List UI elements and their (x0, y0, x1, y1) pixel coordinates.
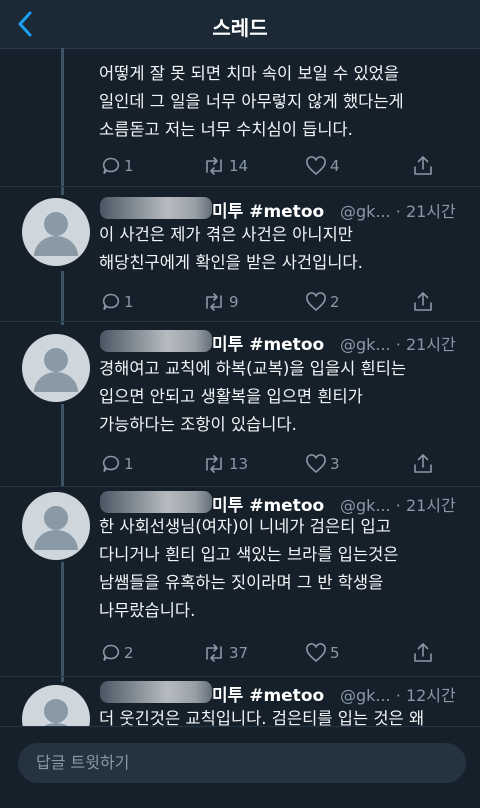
tweet-text-line: 가능하다는 조항이 있습니다. (99, 415, 297, 434)
reply-button[interactable]: 2 (101, 641, 134, 665)
tweet-text-line: 더 웃긴것은 교칙입니다. 검은티를 입는 것은 왜 (99, 709, 425, 726)
tweet-text-line: 경해여고 교칙에 하복(교복)을 입을시 흰티는 (99, 359, 407, 378)
tweet-item[interactable]: 미투 #metoo @gk... · 21시간 이 사건은 제가 겪은 사건은 … (0, 187, 480, 321)
like-button[interactable]: 5 (305, 641, 340, 665)
reply-button[interactable]: 1 (101, 452, 134, 476)
like-count: 2 (330, 293, 340, 311)
top-bar: 스레드 (0, 0, 480, 49)
tweet-actions: 1 14 4 (99, 154, 449, 178)
tweet-text-line: 해당친구에게 확인을 받은 사건입니다. (99, 253, 363, 272)
reply-button[interactable]: 1 (101, 290, 134, 314)
redacted-name-scribble (100, 491, 212, 513)
retweet-count: 13 (229, 455, 249, 473)
display-name: 미투 #metoo (212, 686, 325, 706)
share-icon (414, 292, 432, 311)
reply-count: 1 (124, 293, 134, 311)
like-button[interactable]: 3 (305, 452, 340, 476)
avatar[interactable] (22, 334, 90, 402)
reply-icon (102, 644, 120, 661)
like-button[interactable]: 2 (305, 290, 340, 314)
retweet-button[interactable]: 37 (202, 641, 248, 665)
handle-and-time: @gk... · 21시간 (340, 335, 456, 354)
like-count: 3 (330, 455, 340, 473)
default-avatar-icon (34, 506, 78, 550)
tweet-text-line: 이 사건은 제가 겪은 사건은 아니지만 (99, 225, 353, 244)
tweet-item[interactable]: 어떻게 잘 못 되면 치마 속이 보일 수 있었을 일인데 그 일을 너무 아무… (0, 48, 480, 186)
tweet-text: 어떻게 잘 못 되면 치마 속이 보일 수 있었을 일인데 그 일을 너무 아무… (99, 60, 474, 144)
tweet-actions: 1 13 3 (99, 452, 449, 476)
tweet-item[interactable]: 미투 #metoo @gk... · 12시간 더 웃긴것은 교칙입니다. 검은… (0, 677, 480, 726)
tweet-actions: 2 37 5 (99, 641, 449, 665)
retweet-count: 14 (229, 157, 249, 175)
tweet-text-line: 나무랐습니다. (99, 601, 196, 620)
reply-count: 2 (124, 644, 134, 662)
retweet-button[interactable]: 9 (202, 290, 239, 314)
default-avatar-icon (34, 212, 78, 256)
retweet-icon (206, 293, 222, 311)
tweet-text: 더 웃긴것은 교칙입니다. 검은티를 입는 것은 왜 (99, 705, 474, 726)
retweet-icon (206, 455, 222, 473)
retweet-count: 37 (229, 644, 249, 662)
handle-and-time: @gk... · 21시간 (340, 202, 456, 221)
reply-bar: 답글 트윗하기 (0, 726, 480, 808)
tweet-text: 이 사건은 제가 겪은 사건은 아니지만 해당친구에게 확인을 받은 사건입니다… (99, 221, 474, 277)
page-title: 스레드 (212, 16, 268, 40)
tweet-text: 한 사회선생님(여자)이 니네가 검은티 입고 다니거나 흰티 입고 색있는 브… (99, 513, 474, 625)
tweet-text-line: 남쌤들을 유혹하는 짓이라며 그 반 학생을 (99, 573, 384, 592)
share-button[interactable] (412, 641, 434, 665)
share-icon (414, 643, 432, 662)
reply-count: 1 (124, 157, 134, 175)
tweet-text-line: 소름돋고 저는 너무 수치심이 듭니다. (99, 120, 353, 139)
avatar[interactable] (22, 685, 90, 726)
heart-icon (306, 643, 326, 663)
reply-icon (102, 455, 120, 472)
redacted-name-scribble (100, 681, 212, 703)
handle-and-time: @gk... · 12시간 (340, 686, 456, 705)
share-button[interactable] (412, 154, 434, 178)
reply-button[interactable]: 1 (101, 154, 134, 178)
retweet-icon (206, 157, 222, 175)
tweet-actions: 1 9 2 (99, 290, 449, 314)
tweet-item[interactable]: 미투 #metoo @gk... · 21시간 경해여고 교칙에 하복(교복)을… (0, 322, 480, 486)
default-avatar-icon (44, 699, 68, 726)
retweet-count: 9 (229, 293, 239, 311)
retweet-icon (206, 644, 222, 662)
heart-icon (306, 454, 326, 474)
tweet-text-line: 일인데 그 일을 너무 아무렇지 않게 했다는게 (99, 92, 404, 111)
heart-icon (306, 156, 326, 176)
tweet-text-line: 한 사회선생님(여자)이 니네가 검은티 입고 (99, 517, 391, 536)
tweet-item[interactable]: 미투 #metoo @gk... · 21시간 한 사회선생님(여자)이 니네가… (0, 487, 480, 676)
share-button[interactable] (412, 290, 434, 314)
share-button[interactable] (412, 452, 434, 476)
tweet-text-line: 입으면 안되고 생활복을 입으면 흰티가 (99, 387, 363, 406)
like-button[interactable]: 4 (305, 154, 340, 178)
reply-icon (102, 157, 120, 174)
heart-icon (306, 292, 326, 312)
reply-count: 1 (124, 455, 134, 473)
reply-icon (102, 293, 120, 310)
display-name: 미투 #metoo (212, 202, 325, 222)
tweet-text-line: 다니거나 흰티 입고 색있는 브라를 입는것은 (99, 545, 399, 564)
retweet-button[interactable]: 14 (202, 154, 248, 178)
tweet-text-line: 어떻게 잘 못 되면 치마 속이 보일 수 있었을 (99, 64, 400, 83)
default-avatar-icon (34, 348, 78, 392)
avatar[interactable] (22, 198, 90, 266)
redacted-name-scribble (100, 197, 212, 219)
tweet-text: 경해여고 교칙에 하복(교복)을 입을시 흰티는 입으면 안되고 생활복을 입으… (99, 355, 474, 439)
share-icon (414, 454, 432, 473)
reply-input[interactable]: 답글 트윗하기 (18, 743, 466, 783)
share-icon (414, 156, 432, 175)
avatar[interactable] (22, 492, 90, 560)
redacted-name-scribble (100, 330, 212, 352)
retweet-button[interactable]: 13 (202, 452, 248, 476)
like-count: 5 (330, 644, 340, 662)
like-count: 4 (330, 157, 340, 175)
display-name: 미투 #metoo (212, 335, 325, 355)
